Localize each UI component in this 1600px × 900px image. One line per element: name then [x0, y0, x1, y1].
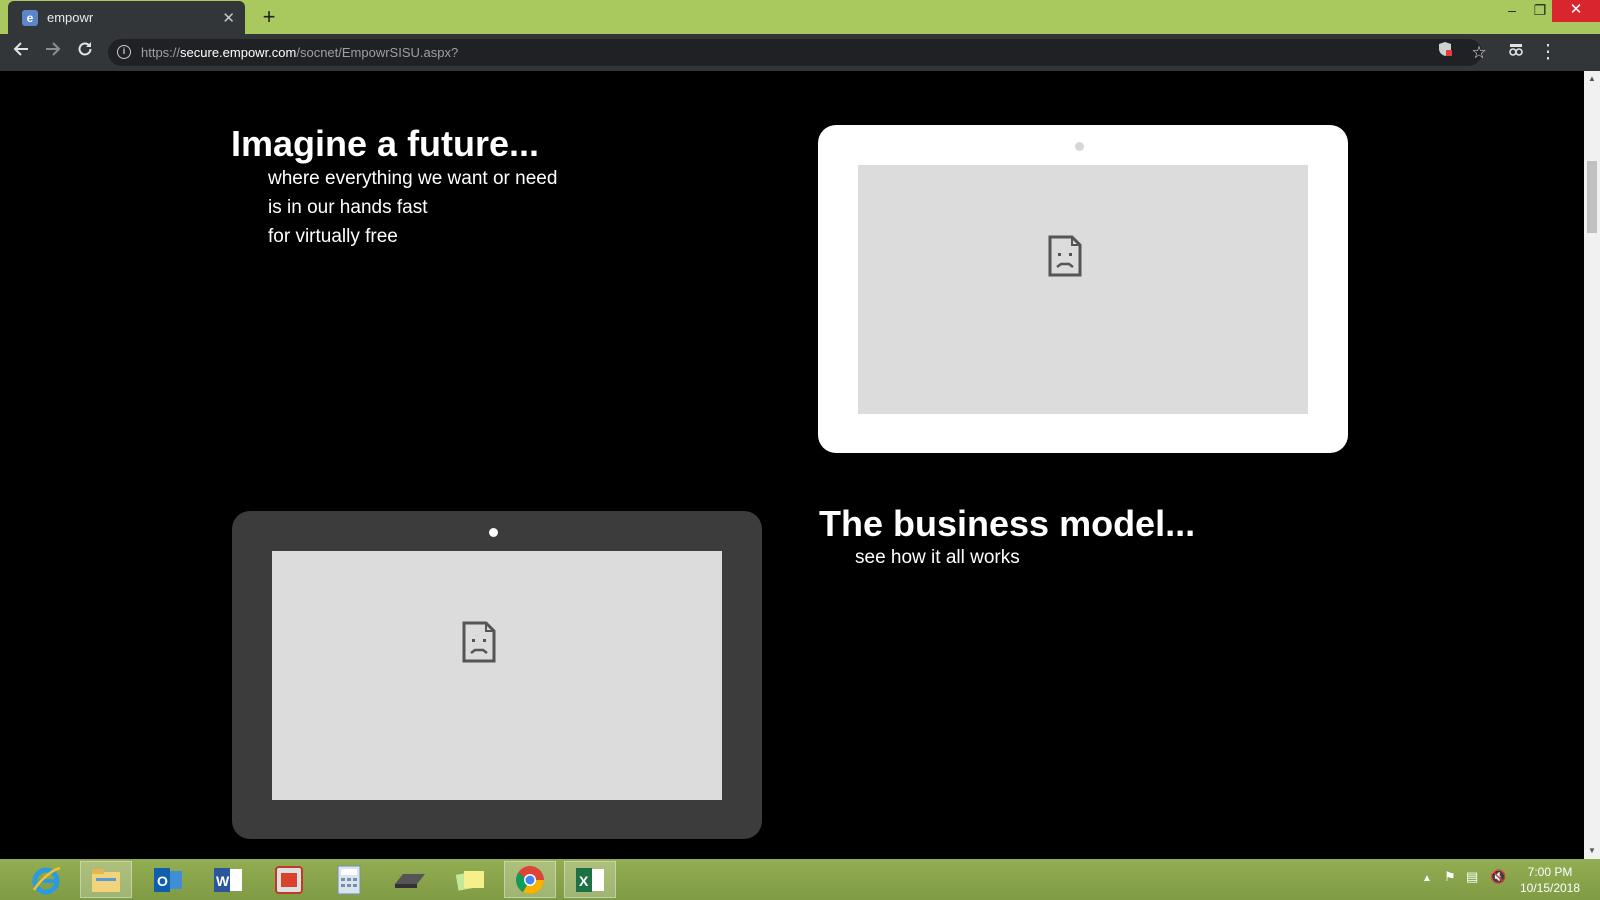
calculator-taskbar-icon[interactable]: [323, 861, 375, 898]
url-text[interactable]: https://secure.empowr.com/socnet/EmpowrS…: [141, 45, 458, 60]
outlook-taskbar-icon[interactable]: O: [142, 861, 194, 898]
action-center-flag-icon[interactable]: ⚑: [1444, 869, 1456, 885]
svg-text:O: O: [157, 873, 168, 889]
browser-menu-icon[interactable]: ⋮: [1535, 40, 1561, 66]
tablet-frame-white: [818, 125, 1348, 453]
clock-date: 10/15/2018: [1519, 881, 1581, 895]
browser-toolbar: i https://secure.empowr.com/socnet/Empow…: [0, 34, 1600, 71]
svg-text:X: X: [579, 873, 589, 889]
reload-button[interactable]: [72, 40, 98, 66]
tablet-screen: [858, 165, 1308, 414]
show-hidden-icons-arrow-icon[interactable]: ▲: [1422, 873, 1432, 884]
reload-icon: [78, 42, 92, 56]
browser-tab[interactable]: e empowr ✕: [8, 1, 245, 34]
file-explorer-taskbar-icon[interactable]: [80, 861, 132, 898]
broken-image-icon: [1048, 235, 1082, 277]
excel-taskbar-icon[interactable]: X: [564, 861, 616, 898]
blocked-content-shield-icon[interactable]: [1433, 41, 1457, 65]
scroll-down-arrow-icon[interactable]: ▼: [1584, 843, 1600, 859]
extension-icon[interactable]: [1503, 40, 1529, 66]
tab-title: empowr: [47, 10, 94, 25]
chrome-taskbar-icon[interactable]: [504, 861, 556, 898]
empowr-favicon-icon: e: [22, 9, 38, 26]
volume-muted-icon[interactable]: 🔇: [1490, 869, 1506, 885]
section2-subtitle[interactable]: see how it all works: [855, 547, 1020, 569]
svg-text:W: W: [216, 873, 230, 889]
new-tab-button[interactable]: +: [256, 4, 282, 30]
tablet-camera-dot: [489, 528, 498, 537]
url-scheme: https://: [141, 45, 181, 60]
clock-time: 7:00 PM: [1527, 865, 1573, 879]
back-arrow-icon: [13, 42, 28, 56]
site-info-icon[interactable]: i: [117, 45, 131, 59]
back-button[interactable]: [8, 40, 34, 66]
scanner-taskbar-icon[interactable]: [384, 861, 436, 898]
forward-arrow-icon: [46, 42, 61, 56]
url-path: /socnet/EmpowrSISU.aspx?: [296, 45, 459, 60]
word-taskbar-icon[interactable]: W: [202, 861, 254, 898]
scroll-up-arrow-icon[interactable]: ▲: [1584, 71, 1600, 87]
internet-explorer-taskbar-icon[interactable]: [20, 861, 72, 898]
broken-image-icon: [462, 621, 496, 663]
windows-taskbar: O W X ▲ ⚑ ▤ 🔇 7:00 PM 10/15/2018: [0, 859, 1600, 900]
tablet-camera-dot: [1075, 142, 1084, 151]
acrobat-taskbar-icon[interactable]: [263, 861, 315, 898]
section2-title: The business model...: [819, 503, 1196, 544]
sticky-notes-taskbar-icon[interactable]: [444, 861, 496, 898]
forward-button[interactable]: [40, 40, 66, 66]
section1-line-2: is in our hands fast: [268, 197, 428, 218]
browser-titlebar: e empowr ✕ + – ❐ ✕: [0, 0, 1600, 34]
vertical-scrollbar[interactable]: ▲ ▼: [1584, 71, 1600, 859]
bookmark-star-icon[interactable]: ☆: [1467, 41, 1491, 65]
taskbar-clock[interactable]: 7:00 PM 10/15/2018: [1512, 864, 1588, 896]
tab-close-icon[interactable]: ✕: [222, 9, 235, 27]
close-window-button[interactable]: ✕: [1552, 0, 1600, 22]
scrollbar-thumb[interactable]: [1587, 161, 1597, 233]
tablet-frame-dark: [232, 511, 762, 839]
section1-line-3: for virtually free: [268, 226, 398, 247]
address-bar[interactable]: i https://secure.empowr.com/socnet/Empow…: [108, 39, 1487, 66]
url-host: secure.empowr.com: [180, 45, 297, 60]
network-icon[interactable]: ▤: [1466, 869, 1478, 885]
section1-line-1: where everything we want or need: [268, 168, 558, 189]
web-page: Imagine a future... where everything we …: [0, 71, 1584, 859]
section1-title: Imagine a future...: [231, 123, 540, 164]
tablet-screen: [272, 551, 722, 800]
